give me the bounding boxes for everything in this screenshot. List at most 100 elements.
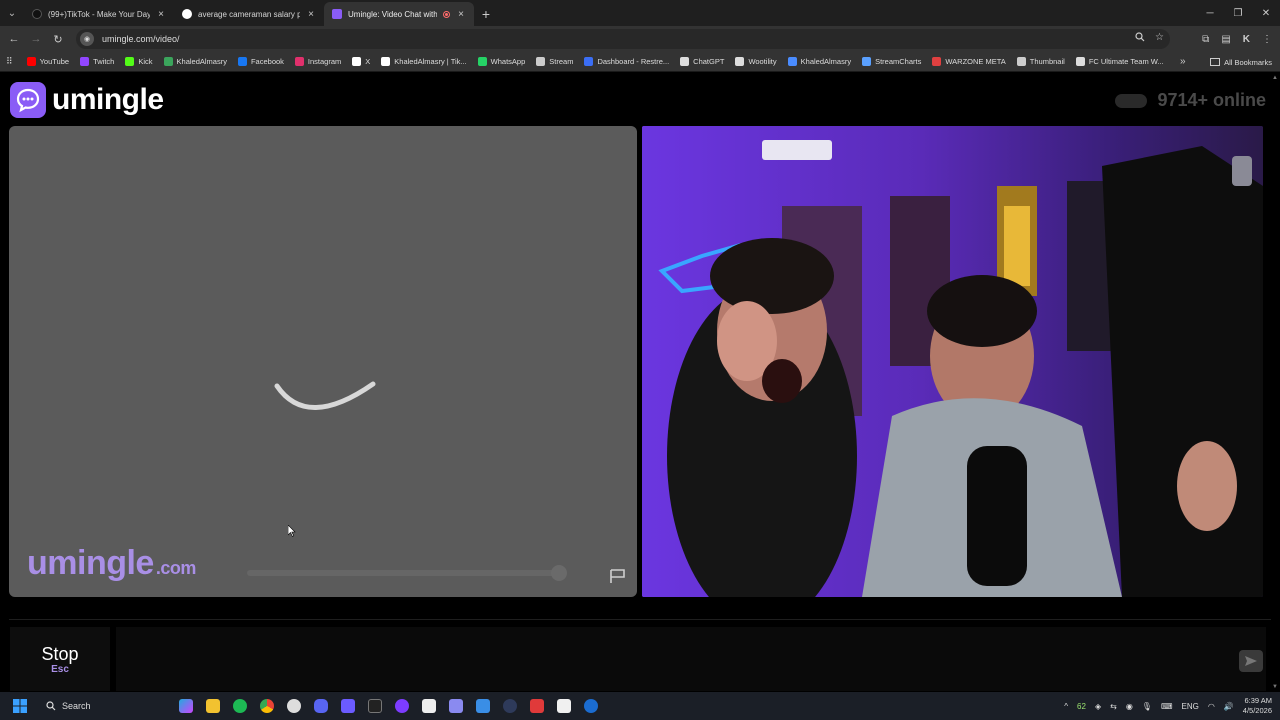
- stranger-video-panel: umingle .com: [9, 126, 637, 597]
- bookmark-star-icon[interactable]: ☆: [1155, 32, 1164, 45]
- bookmark-item[interactable]: FC Ultimate Team W...: [1075, 57, 1164, 66]
- site-info-icon[interactable]: ◉: [80, 32, 94, 46]
- bookmark-label: Thumbnail: [1029, 57, 1065, 66]
- menu-icon[interactable]: ⋮: [1262, 34, 1272, 45]
- spotify-icon[interactable]: [226, 692, 253, 720]
- toolbox-icon[interactable]: [469, 692, 496, 720]
- network-icon[interactable]: ⇆: [1110, 702, 1117, 711]
- controller-icon[interactable]: ◉: [1126, 702, 1133, 711]
- clock[interactable]: 6:39 AM 4/5/2026: [1243, 696, 1272, 716]
- microphone-icon[interactable]: 🎙: [1142, 702, 1152, 711]
- stop-label: Stop: [41, 643, 79, 664]
- bookmark-favicon-icon: [735, 57, 745, 66]
- back-icon[interactable]: ←: [3, 28, 25, 50]
- bookmark-label: Kick: [138, 57, 153, 66]
- zoom-icon[interactable]: [1135, 32, 1145, 45]
- all-bookmarks-button[interactable]: All Bookmarks: [1210, 52, 1272, 72]
- profile-icon[interactable]: K: [1243, 34, 1250, 45]
- bookmark-item[interactable]: Instagram: [294, 57, 341, 66]
- bookmark-label: X: [365, 57, 371, 66]
- bookmark-item[interactable]: KhaledAlmasry: [163, 57, 227, 66]
- bookmark-favicon-icon: [862, 57, 872, 66]
- close-icon[interactable]: ×: [306, 9, 316, 20]
- close-window-icon[interactable]: ✕: [1252, 0, 1280, 26]
- bookmark-label: KhaledAlmasry: [800, 57, 852, 66]
- notepad-icon[interactable]: [550, 692, 577, 720]
- close-icon[interactable]: ×: [456, 9, 466, 20]
- maximize-icon[interactable]: ❐: [1224, 0, 1252, 26]
- apps-icon[interactable]: ⠿: [6, 56, 13, 67]
- bookmark-item[interactable]: Thumbnail: [1016, 57, 1065, 66]
- tab-google-search[interactable]: average cameraman salary per ×: [174, 2, 324, 26]
- bookmark-favicon-icon: [680, 57, 690, 66]
- bookmark-favicon-icon: [932, 57, 942, 66]
- terminal-icon[interactable]: [361, 692, 388, 720]
- bookmark-item[interactable]: StreamCharts: [862, 57, 921, 66]
- bookmark-item[interactable]: Dashboard - Restre...: [584, 57, 669, 66]
- chat-message-input[interactable]: [116, 627, 1266, 691]
- stop-button[interactable]: Stop Esc: [10, 627, 110, 691]
- address-bar[interactable]: ◉ umingle.com/video/ ☆: [76, 29, 1170, 49]
- grid-app-icon[interactable]: [334, 692, 361, 720]
- tab-tiktok[interactable]: (99+)TikTok - Make Your Day ×: [24, 2, 174, 26]
- copilot-icon[interactable]: [172, 692, 199, 720]
- windows-taskbar: Search ^ 62 ◈ ⇆ ◉ 🎙 ⌨ ENG ◠ 🔊 6:39 AM 4/…: [0, 692, 1280, 720]
- extensions-icon[interactable]: ⧉: [1202, 34, 1209, 45]
- taskbar-search[interactable]: Search: [38, 696, 172, 716]
- bookmark-item[interactable]: X: [352, 57, 370, 66]
- show-hidden-icon[interactable]: ^: [1064, 702, 1068, 711]
- close-icon[interactable]: ×: [156, 9, 166, 20]
- mouse-cursor-icon: [288, 525, 296, 537]
- file-explorer-icon[interactable]: [199, 692, 226, 720]
- bookmark-item[interactable]: ChatGPT: [680, 57, 724, 66]
- valorant-icon[interactable]: [523, 692, 550, 720]
- bookmark-item[interactable]: Facebook: [237, 57, 284, 66]
- more-bookmarks-icon[interactable]: »: [1180, 56, 1186, 67]
- windows-start-icon[interactable]: [6, 692, 34, 720]
- volume-slider[interactable]: [247, 570, 565, 576]
- bookmark-label: WARZONE META: [945, 57, 1006, 66]
- volume-slider-handle[interactable]: [551, 565, 567, 581]
- forward-icon[interactable]: →: [25, 28, 47, 50]
- bookmark-item[interactable]: WhatsApp: [477, 57, 525, 66]
- loading-spinner-icon: [274, 381, 376, 410]
- bookmark-label: Dashboard - Restre...: [597, 57, 670, 66]
- page-scrollbar[interactable]: ▲ ▼: [1272, 73, 1278, 692]
- wifi-icon[interactable]: ◠: [1208, 702, 1215, 711]
- report-flag-icon[interactable]: [609, 568, 627, 584]
- reload-icon[interactable]: ↻: [47, 28, 69, 50]
- discord-icon[interactable]: [307, 692, 334, 720]
- new-tab-button[interactable]: +: [474, 2, 498, 26]
- store-icon[interactable]: [415, 692, 442, 720]
- tab-search-icon[interactable]: ⌄: [0, 0, 24, 26]
- minimize-icon[interactable]: ─: [1196, 0, 1224, 26]
- search-icon: [46, 701, 56, 711]
- send-button[interactable]: [1239, 650, 1263, 672]
- media-icon[interactable]: ▤: [1221, 34, 1230, 45]
- tab-umingle[interactable]: Umingle: Video Chat with S ×: [324, 2, 474, 26]
- language-indicator[interactable]: ENG: [1182, 702, 1199, 711]
- 4k-app-icon[interactable]: [496, 692, 523, 720]
- game-icon[interactable]: [442, 692, 469, 720]
- url-text: umingle.com/video/: [102, 34, 180, 44]
- steam-tray-icon[interactable]: ◈: [1095, 702, 1101, 711]
- tiktok-icon: [32, 9, 42, 19]
- bookmark-item[interactable]: Wootility: [735, 57, 777, 66]
- bookmark-item[interactable]: Stream: [536, 57, 573, 66]
- steam-helper-icon[interactable]: [280, 692, 307, 720]
- bookmark-item[interactable]: YouTube: [26, 57, 69, 66]
- volume-icon[interactable]: 🔊: [1224, 702, 1234, 711]
- scroll-up-icon[interactable]: ▲: [1272, 75, 1278, 81]
- purple-app-icon[interactable]: [388, 692, 415, 720]
- bookmark-item[interactable]: WARZONE META: [932, 57, 1006, 66]
- bookmark-item[interactable]: Kick: [125, 57, 153, 66]
- chrome-icon[interactable]: [253, 692, 280, 720]
- bookmark-item[interactable]: KhaledAlmasry | Tik...: [381, 57, 467, 66]
- bookmark-label: KhaledAlmasry | Tik...: [394, 57, 467, 66]
- umingle-logo[interactable]: umingle: [10, 82, 164, 118]
- keyboard-icon[interactable]: ⌨: [1161, 702, 1173, 711]
- bookmark-item[interactable]: KhaledAlmasry: [787, 57, 852, 66]
- bookmark-item[interactable]: Twitch: [80, 57, 114, 66]
- scroll-down-icon[interactable]: ▼: [1272, 684, 1278, 690]
- steam-icon[interactable]: [577, 692, 604, 720]
